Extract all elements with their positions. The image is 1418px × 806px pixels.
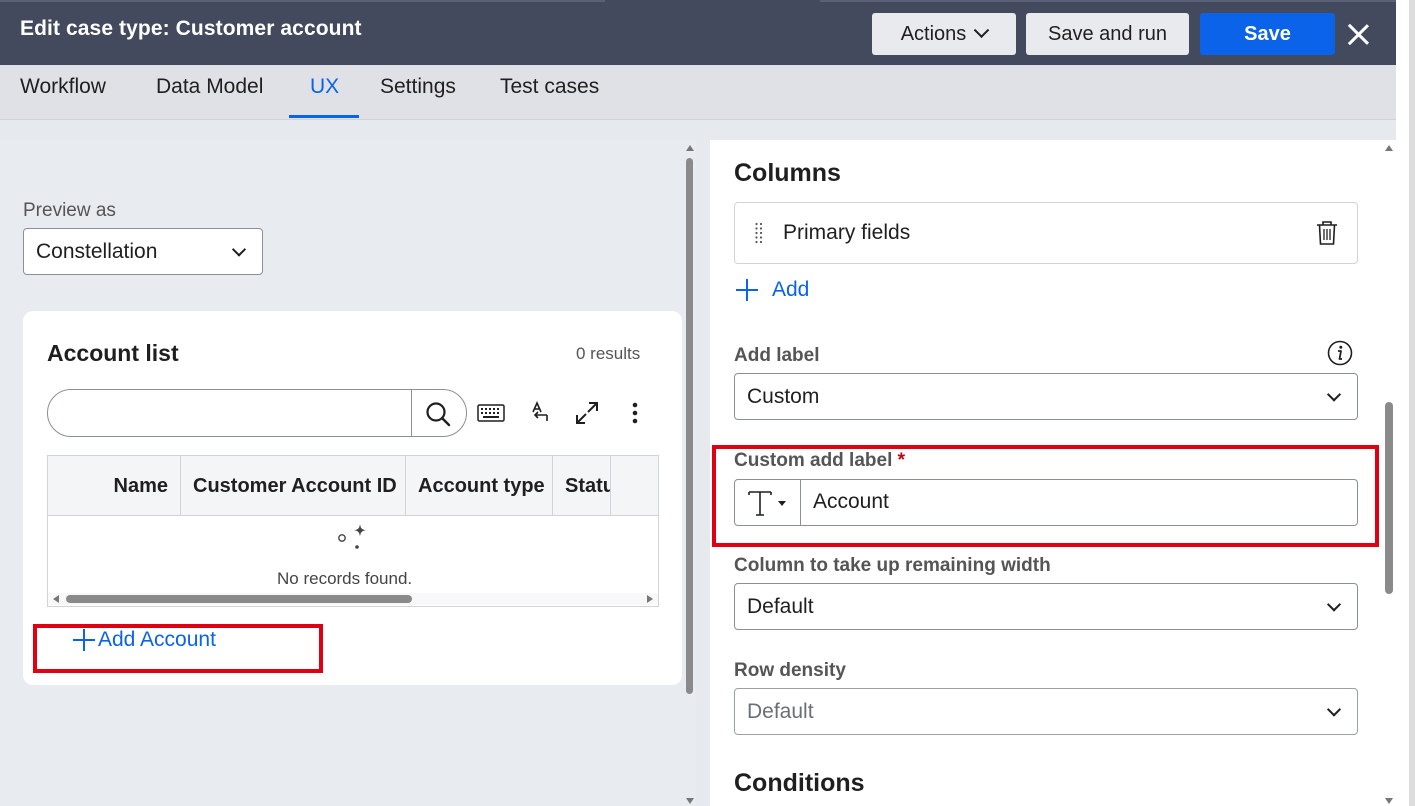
row-density-select[interactable]: Default	[734, 688, 1358, 735]
close-icon[interactable]	[1346, 22, 1370, 46]
remaining-width-select[interactable]: Default	[734, 583, 1358, 630]
sparkle-icon	[338, 524, 366, 549]
tab-data-model[interactable]: Data Model	[156, 75, 263, 99]
row-density-field-label: Row density	[734, 660, 846, 681]
custom-add-label-value: Account	[813, 490, 889, 513]
scroll-right-arrow-icon[interactable]	[647, 595, 653, 603]
trash-icon[interactable]	[1315, 220, 1339, 246]
chevron-down-icon	[231, 241, 247, 257]
keyboard-icon[interactable]	[476, 398, 506, 428]
header-accent-line	[0, 0, 605, 2]
chevron-down-icon	[1326, 386, 1342, 402]
primary-fields-label: Primary fields	[783, 221, 911, 244]
add-label-value: Custom	[747, 384, 820, 408]
divider-strip	[0, 120, 1396, 140]
scroll-down-arrow-icon[interactable]	[1385, 798, 1393, 804]
add-label-select[interactable]: Custom	[734, 373, 1358, 420]
column-header-name[interactable]: Name	[48, 456, 181, 516]
properties-scrollbar[interactable]	[1382, 140, 1396, 806]
scroll-up-arrow-icon[interactable]	[686, 145, 694, 151]
search-icon[interactable]	[425, 401, 451, 427]
window-scrollbar[interactable]	[1396, 0, 1418, 806]
tab-settings[interactable]: Settings	[380, 75, 456, 99]
header-accent-line	[820, 0, 1396, 2]
active-tab-indicator	[289, 115, 359, 118]
chevron-down-icon	[1326, 701, 1342, 717]
table-header: Name Customer Account ID Account type St…	[48, 456, 658, 516]
scroll-thumb[interactable]	[686, 158, 693, 694]
required-asterisk: *	[897, 450, 906, 471]
text-type-selector[interactable]	[735, 480, 801, 525]
custom-add-label-text: Custom add label	[734, 450, 893, 471]
column-header-status[interactable]: Statu	[553, 456, 611, 516]
row-density-value: Default	[747, 699, 814, 723]
preview-as-value: Constellation	[36, 239, 158, 263]
scroll-up-arrow-icon[interactable]	[1385, 145, 1393, 151]
results-count: 0 results	[576, 344, 641, 363]
tab-workflow[interactable]: Workflow	[20, 75, 106, 99]
add-column-label: Add	[772, 278, 810, 301]
tab-test-cases[interactable]: Test cases	[500, 75, 599, 99]
scroll-thumb[interactable]	[66, 595, 412, 603]
add-label-field-label: Add label	[734, 345, 820, 366]
remaining-width-value: Default	[747, 594, 814, 618]
conditions-section-title: Conditions	[734, 769, 865, 797]
info-icon[interactable]	[1327, 340, 1353, 366]
chevron-down-icon	[974, 21, 990, 38]
account-list-title: Account list	[47, 340, 179, 366]
save-and-run-button[interactable]: Save and run	[1026, 13, 1189, 55]
scroll-thumb[interactable]	[1385, 402, 1393, 594]
actions-label: Actions	[900, 22, 967, 45]
search-input[interactable]	[47, 389, 467, 437]
custom-add-label-field-label: Custom add label *	[734, 450, 905, 472]
expand-icon[interactable]	[572, 398, 602, 428]
save-button[interactable]: Save	[1200, 13, 1335, 55]
spellcheck-icon[interactable]	[524, 398, 554, 428]
tab-bar: Workflow Data Model UX Settings Test cas…	[0, 65, 1396, 120]
chevron-down-icon	[1326, 596, 1342, 612]
scroll-left-arrow-icon[interactable]	[53, 595, 59, 603]
text-type-icon	[747, 490, 786, 516]
plus-icon	[736, 279, 758, 301]
scroll-down-arrow-icon[interactable]	[686, 798, 694, 804]
actions-button[interactable]: Actions	[872, 13, 1016, 55]
columns-section-title: Columns	[734, 159, 841, 187]
remaining-width-field-label: Column to take up remaining width	[734, 555, 1051, 576]
empty-state-message: No records found.	[277, 569, 413, 588]
add-account-button[interactable]: Add Account	[73, 628, 216, 652]
drag-handle-icon[interactable]	[754, 222, 764, 244]
scroll-thumb[interactable]	[1409, 0, 1415, 806]
add-account-label: Add Account	[98, 628, 216, 651]
more-options-icon[interactable]	[620, 398, 650, 428]
tab-ux[interactable]: UX	[310, 75, 339, 99]
add-column-button[interactable]: Add	[736, 278, 809, 302]
column-header-customer-account-id[interactable]: Customer Account ID	[181, 456, 406, 516]
preview-as-select[interactable]: Constellation	[23, 228, 263, 275]
search-divider	[411, 390, 412, 436]
column-header-account-type[interactable]: Account type	[406, 456, 553, 516]
preview-scrollbar[interactable]	[684, 140, 696, 806]
plus-icon	[73, 629, 95, 651]
page-title: Edit case type: Customer account	[20, 17, 362, 40]
horizontal-scrollbar[interactable]	[48, 593, 658, 605]
preview-as-label: Preview as	[23, 200, 116, 221]
